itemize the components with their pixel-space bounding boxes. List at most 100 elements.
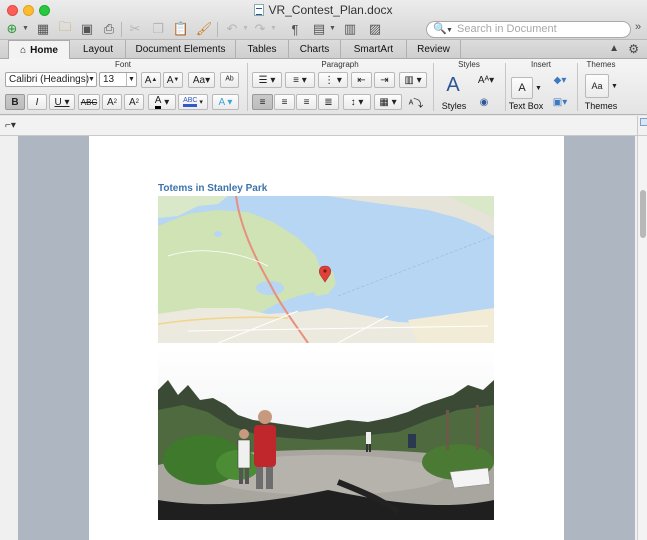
toolbar-separator: [121, 22, 122, 37]
scrollbar-thumb[interactable]: [640, 190, 646, 238]
group-separator: [577, 63, 578, 111]
undo-icon[interactable]: ↶: [222, 19, 242, 39]
media-browser-icon[interactable]: ▨: [365, 19, 385, 39]
page-margin-left: [18, 136, 89, 540]
superscript-button[interactable]: A2: [102, 94, 122, 110]
grow-font-button[interactable]: A ▲: [141, 72, 161, 88]
italic-button[interactable]: I: [27, 94, 47, 110]
tab-layout[interactable]: Layout: [71, 40, 126, 59]
font-size-select[interactable]: 13 ▼: [99, 72, 137, 87]
ribbon: Font Paragraph Styles Insert Themes Cali…: [0, 59, 647, 115]
tab-tables[interactable]: Tables: [236, 40, 289, 59]
panorama-image[interactable]: [158, 350, 494, 520]
view-icon[interactable]: ▤: [309, 19, 329, 39]
format-painter-icon[interactable]: 🖌: [194, 19, 214, 39]
word-document-icon: [254, 4, 265, 16]
stanley-park-panorama: [158, 350, 494, 520]
highlight-icon: ABC: [183, 97, 198, 107]
print-icon[interactable]: ⎙: [99, 19, 119, 39]
themes-dropdown-caret[interactable]: ▼: [611, 83, 618, 90]
search-options-caret[interactable]: ▼: [446, 23, 453, 38]
save-icon[interactable]: ▣: [77, 19, 97, 39]
font-group-label: Font: [114, 60, 131, 69]
justify-button[interactable]: ≣: [318, 94, 339, 110]
sidebar-icon[interactable]: ▥: [340, 19, 360, 39]
shapes-icon[interactable]: ◆▾: [548, 72, 572, 88]
font-color-button[interactable]: A ▾: [148, 94, 176, 110]
font-color-icon: A: [154, 95, 162, 109]
subscript-button[interactable]: A2: [124, 94, 144, 110]
strikethrough-button[interactable]: ABC: [78, 94, 100, 110]
map-image[interactable]: [158, 196, 494, 343]
styles-icon[interactable]: A: [438, 71, 468, 99]
new-dropdown-caret[interactable]: ▼: [22, 25, 29, 32]
group-separator: [505, 63, 506, 111]
show-formatting-icon[interactable]: ¶: [285, 19, 305, 39]
decrease-indent-button[interactable]: ⇤: [351, 72, 372, 88]
ruler-toggle[interactable]: [637, 116, 647, 136]
vertical-scrollbar[interactable]: [637, 136, 647, 540]
open-folder-icon[interactable]: 🗀: [55, 19, 75, 39]
change-case-button[interactable]: Aa▾: [188, 72, 215, 88]
align-center-button[interactable]: ≡: [274, 94, 295, 110]
tab-smartart[interactable]: SmartArt: [341, 40, 407, 59]
tab-stop-selector-icon[interactable]: ⌐▾: [5, 120, 16, 131]
change-styles-icon[interactable]: Aᴬ▾: [474, 72, 498, 88]
title-bar: VR_Contest_Plan.docx ⊕ ▼ ▦ 🗀 ▣ ⎙ ✂ ❐ 📋 🖌…: [0, 0, 647, 40]
text-box-icon[interactable]: A: [511, 77, 533, 99]
window-title: VR_Contest_Plan.docx: [0, 3, 647, 17]
align-left-button[interactable]: ≡: [252, 94, 273, 110]
new-document-icon[interactable]: ⊕: [2, 19, 22, 39]
underline-button[interactable]: U ▾: [49, 94, 75, 110]
font-name-select[interactable]: Calibri (Headings) ▼: [5, 72, 97, 87]
text-direction-icon[interactable]: ᴬ⤵: [405, 94, 427, 110]
templates-icon[interactable]: ▦: [33, 19, 53, 39]
search-input[interactable]: 🔍 ▼ Search in Document: [426, 21, 631, 38]
text-effects-button[interactable]: A ▾: [212, 94, 239, 110]
tab-home[interactable]: ⌂ Home: [8, 40, 70, 60]
increase-indent-button[interactable]: ⇥: [374, 72, 395, 88]
picture-icon[interactable]: ▣▾: [548, 94, 572, 110]
document-canvas[interactable]: Totems in Stanley Park: [0, 136, 637, 540]
clear-formatting-icon[interactable]: ᴬᵇ: [220, 72, 239, 88]
numbering-button[interactable]: ≡ ▾: [285, 72, 315, 88]
style-set-icon[interactable]: ◉: [474, 94, 494, 110]
tab-charts[interactable]: Charts: [289, 40, 341, 59]
undo-dropdown-caret[interactable]: ▼: [242, 25, 249, 32]
collapse-ribbon-icon[interactable]: ▲: [609, 43, 619, 54]
cut-icon[interactable]: ✂: [125, 19, 145, 39]
themes-icon[interactable]: Aa: [585, 74, 609, 98]
ruler-bar: ⌐▾: [0, 116, 647, 136]
tab-document-elements[interactable]: Document Elements: [126, 40, 236, 59]
shrink-font-button[interactable]: A ▼: [163, 72, 183, 88]
ribbon-tabs: ⌂ Home Layout Document Elements Tables Ch…: [0, 40, 647, 60]
bold-button[interactable]: B: [5, 94, 25, 110]
multilevel-list-button[interactable]: ⋮ ▾: [318, 72, 348, 88]
chevron-down-icon: ▼: [86, 73, 96, 86]
more-chevron-icon[interactable]: »: [635, 21, 641, 33]
document-page[interactable]: Totems in Stanley Park: [89, 136, 564, 540]
gear-icon[interactable]: ⚙: [628, 42, 639, 56]
insert-group-label: Insert: [530, 60, 551, 69]
toolbar-separator: [217, 22, 218, 37]
align-right-button[interactable]: ≡: [296, 94, 317, 110]
redo-dropdown-caret[interactable]: ▼: [270, 25, 277, 32]
shading-button[interactable]: ▦ ▾: [374, 94, 402, 110]
highlight-button[interactable]: ABC ▾: [178, 94, 208, 110]
document-heading[interactable]: Totems in Stanley Park: [158, 183, 267, 194]
styles-button-label[interactable]: Styles: [436, 101, 472, 111]
columns-button[interactable]: ▥ ▾: [399, 72, 427, 88]
search-icon: 🔍: [433, 23, 447, 35]
text-box-button-label[interactable]: Text Box: [508, 101, 544, 111]
redo-icon[interactable]: ↷: [250, 19, 270, 39]
text-box-dropdown-caret[interactable]: ▼: [535, 85, 542, 92]
line-spacing-button[interactable]: ↕ ▾: [343, 94, 371, 110]
group-separator: [433, 63, 434, 111]
themes-button-label[interactable]: Themes: [580, 101, 622, 111]
copy-icon[interactable]: ❐: [148, 19, 168, 39]
bullets-button[interactable]: ☰ ▾: [252, 72, 282, 88]
view-dropdown-caret[interactable]: ▼: [329, 25, 336, 32]
paste-icon[interactable]: 📋: [171, 19, 191, 39]
tab-review[interactable]: Review: [407, 40, 461, 59]
group-separator: [247, 63, 248, 111]
